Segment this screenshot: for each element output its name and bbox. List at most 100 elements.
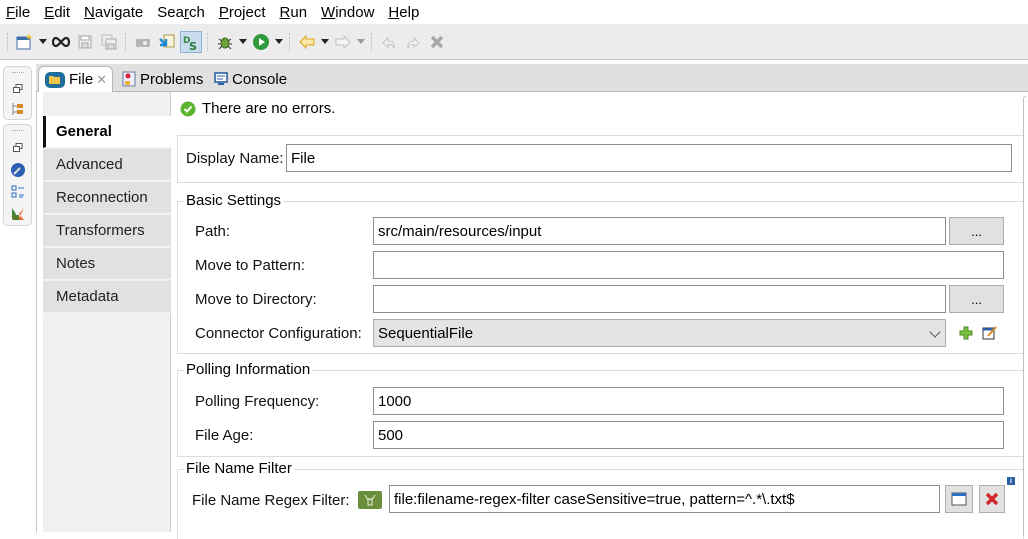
display-name-input[interactable]: File	[286, 144, 1012, 172]
save-all-button[interactable]	[98, 31, 120, 53]
menu-help[interactable]: Help	[388, 4, 419, 21]
basic-settings-group: Basic Settings Path: src/main/resources/…	[177, 192, 1024, 354]
file-name-regex-filter-input[interactable]: file:filename-regex-filter caseSensitive…	[389, 485, 940, 513]
move-to-pattern-label: Move to Pattern:	[195, 257, 306, 274]
debug-icon	[218, 37, 232, 49]
forward-icon	[335, 34, 351, 49]
main-toolbar: DS	[0, 24, 1028, 60]
file-name-filter-title: File Name Filter	[184, 460, 294, 477]
back-dropdown[interactable]	[319, 31, 331, 53]
menu-edit[interactable]: Edit	[44, 4, 70, 21]
new-wizard-button[interactable]	[14, 31, 36, 53]
sidenav-item-notes[interactable]: Notes	[43, 248, 171, 280]
tab-close-icon[interactable]: ✕	[96, 72, 107, 88]
camera-button[interactable]	[132, 31, 154, 53]
path-label: Path:	[195, 223, 231, 240]
delete-icon	[430, 35, 444, 48]
restore-button[interactable]	[9, 81, 27, 97]
polling-frequency-input[interactable]: 1000	[373, 387, 1004, 415]
tab-file[interactable]: File ✕	[38, 66, 113, 92]
toolbar-separator	[371, 32, 373, 51]
link-button[interactable]	[50, 31, 72, 53]
forward-dropdown[interactable]	[355, 31, 367, 53]
package-explorer-icon	[12, 102, 23, 115]
editor-content: General Advanced Reconnection Transforme…	[36, 92, 1028, 539]
menu-run[interactable]: Run	[280, 4, 308, 21]
save-button[interactable]	[74, 31, 96, 53]
scrollbar-edge[interactable]	[1023, 96, 1026, 536]
path-browse-button[interactable]: ...	[949, 217, 1004, 245]
info-icon[interactable]: i	[1007, 477, 1015, 485]
camera-icon	[136, 38, 150, 47]
debug-dropdown[interactable]	[237, 31, 249, 53]
undo-icon	[382, 36, 395, 50]
connector-configuration-select[interactable]: SequentialFile	[373, 319, 946, 347]
trim-stack-bottom	[3, 124, 32, 226]
folder-icon	[45, 71, 65, 88]
file-age-input[interactable]: 500	[373, 421, 1004, 449]
path-input[interactable]: src/main/resources/input	[373, 217, 946, 245]
filter-icon	[364, 494, 376, 506]
display-name-group: Display Name: File	[177, 135, 1024, 183]
edit-filter-button[interactable]	[945, 485, 973, 513]
menu-bar: File Edit Navigate Search Project Run Wi…	[0, 0, 1028, 24]
mule-properties-button[interactable]	[9, 161, 27, 179]
menu-window[interactable]: Window	[321, 4, 374, 21]
property-sidenav: General Advanced Reconnection Transforme…	[43, 92, 171, 532]
svg-text:S: S	[189, 40, 197, 51]
save-all-icon	[101, 34, 117, 49]
menu-navigate[interactable]: Navigate	[84, 4, 143, 21]
outline-button[interactable]	[9, 183, 27, 201]
connector-configuration-value: SequentialFile	[378, 324, 474, 342]
validation-status: There are no errors.	[180, 100, 335, 117]
sidenav-item-metadata[interactable]: Metadata	[43, 281, 171, 313]
sidenav-item-general[interactable]: General	[43, 116, 171, 148]
import-icon	[159, 34, 175, 47]
move-to-directory-input[interactable]	[373, 285, 946, 313]
run-button[interactable]	[250, 31, 272, 53]
mule-palette-button[interactable]	[9, 205, 27, 223]
drag-grip[interactable]	[11, 72, 24, 76]
menu-search[interactable]: Search	[157, 4, 205, 21]
file-name-filter-group: File Name Filter File Name Regex Filter:…	[177, 460, 1024, 539]
filter-type-button[interactable]	[358, 491, 382, 509]
run-icon	[253, 33, 269, 50]
delete-button[interactable]	[426, 31, 448, 53]
move-to-directory-label: Move to Directory:	[195, 291, 317, 308]
status-message: There are no errors.	[202, 100, 336, 117]
restore-button[interactable]	[9, 139, 27, 157]
sidenav-item-advanced[interactable]: Advanced	[43, 149, 171, 181]
edit-icon	[982, 326, 997, 340]
link-icon	[52, 36, 70, 47]
debug-button[interactable]	[214, 31, 236, 53]
basic-settings-title: Basic Settings	[184, 192, 284, 209]
display-name-label: Display Name:	[186, 150, 284, 167]
tab-console-label: Console	[232, 70, 288, 88]
new-wizard-dropdown[interactable]	[37, 31, 49, 53]
check-icon	[180, 101, 196, 117]
import-button[interactable]	[156, 31, 178, 53]
ds-perspective-button[interactable]: DS	[180, 30, 202, 53]
sidenav-item-reconnection[interactable]: Reconnection	[43, 182, 171, 214]
forward-button[interactable]	[332, 31, 354, 53]
back-button[interactable]	[296, 31, 318, 53]
tab-console[interactable]: Console	[208, 66, 293, 92]
undo-button[interactable]	[378, 31, 400, 53]
redo-icon	[407, 36, 420, 50]
edit-configuration-button[interactable]	[981, 324, 999, 342]
menu-project[interactable]: Project	[219, 4, 266, 21]
run-dropdown[interactable]	[273, 31, 285, 53]
package-explorer-button[interactable]	[9, 101, 27, 117]
tab-problems[interactable]: Problems	[116, 66, 209, 92]
delete-icon	[985, 492, 999, 506]
redo-button[interactable]	[402, 31, 424, 53]
add-configuration-button[interactable]	[958, 325, 974, 341]
move-to-pattern-input[interactable]	[373, 251, 1004, 279]
directory-browse-button[interactable]: ...	[949, 285, 1004, 313]
toolbar-separator	[125, 32, 127, 51]
sidenav-item-transformers[interactable]: Transformers	[43, 215, 171, 247]
drag-grip[interactable]	[11, 130, 24, 134]
menu-file[interactable]: File	[6, 4, 30, 21]
remove-filter-button[interactable]	[979, 485, 1005, 513]
new-wizard-icon	[16, 33, 32, 49]
